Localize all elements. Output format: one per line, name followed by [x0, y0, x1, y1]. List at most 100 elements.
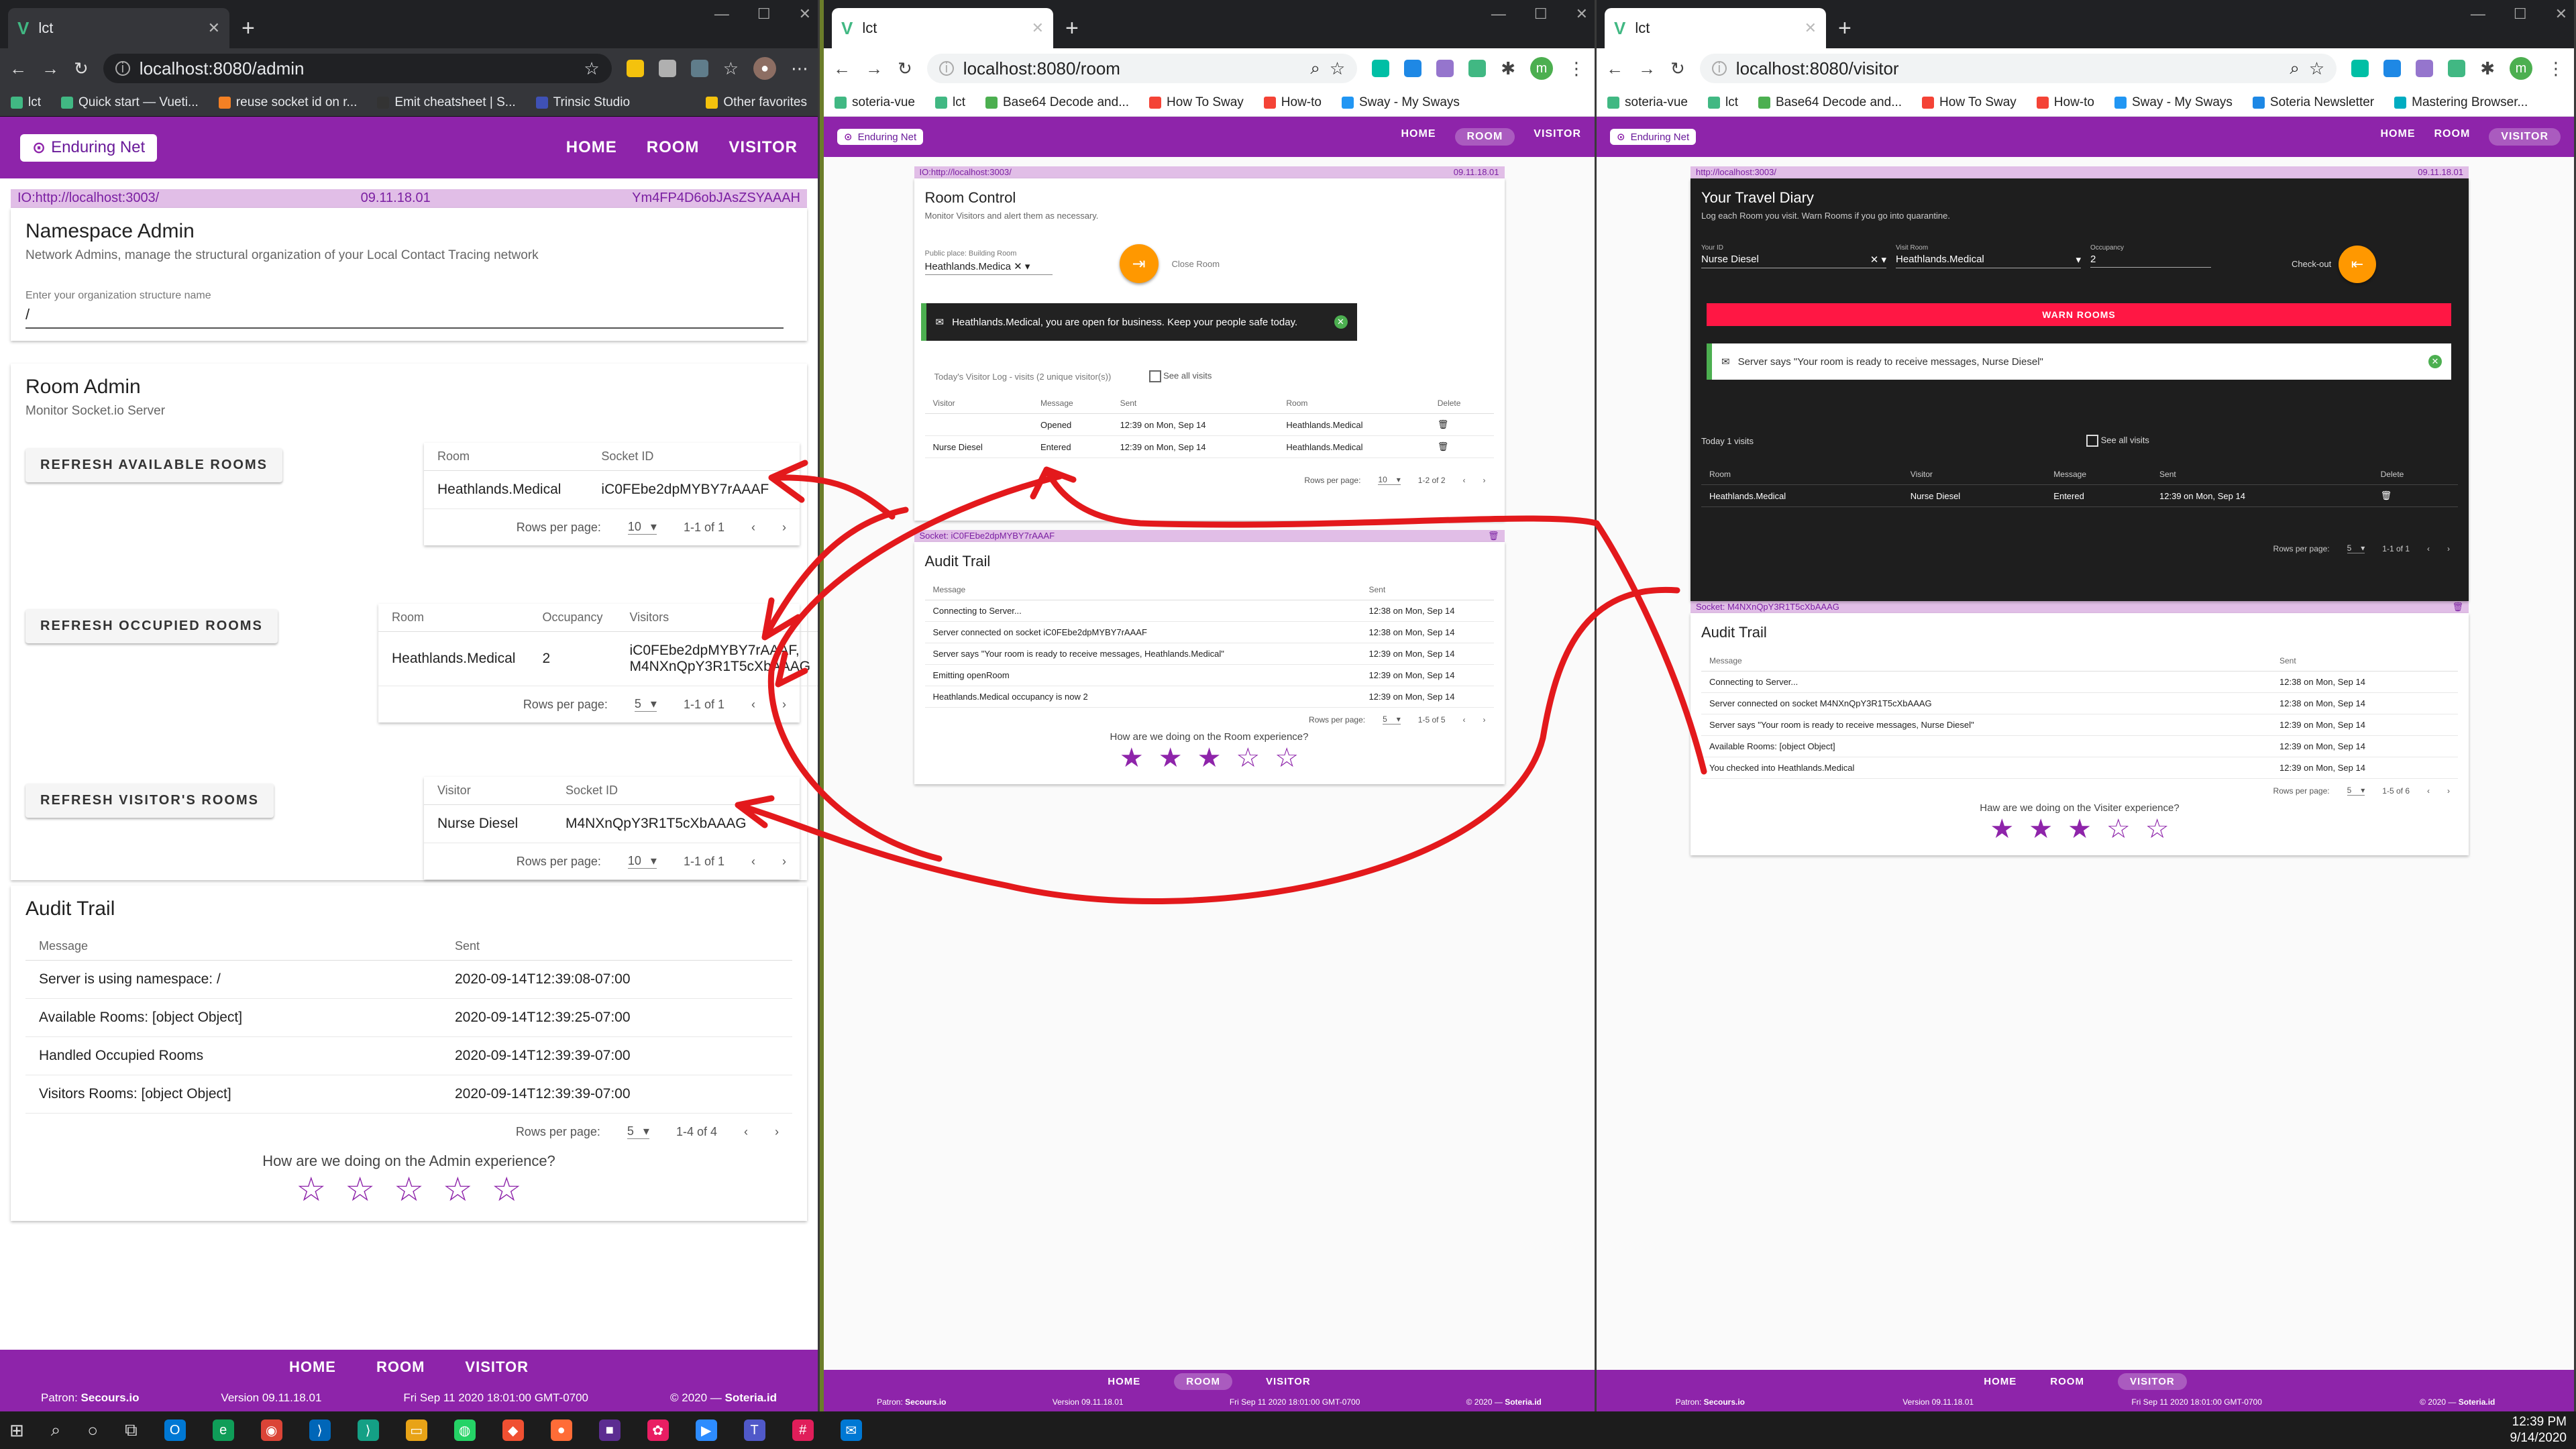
search-icon[interactable]: ⌕ — [51, 1419, 61, 1441]
column-header[interactable]: Message — [2045, 464, 2152, 485]
star-filled-icon[interactable]: ★ — [2029, 814, 2053, 845]
footer-room[interactable]: ROOM — [376, 1358, 425, 1376]
browser-tab[interactable]: V lct ✕ — [8, 8, 229, 48]
reload-icon[interactable]: ↻ — [74, 58, 89, 79]
bookmark[interactable]: Trinsic Studio — [535, 95, 630, 110]
column-header[interactable]: Sent — [2151, 464, 2373, 485]
star-icon[interactable]: ☆ — [296, 1170, 326, 1209]
task-view-icon[interactable]: ⧉ — [125, 1419, 138, 1441]
nav-room[interactable]: ROOM — [1454, 128, 1515, 146]
star-filled-icon[interactable]: ★ — [1159, 743, 1183, 773]
footer-visitor[interactable]: VISITOR — [465, 1358, 529, 1376]
column-header[interactable]: Room — [1701, 464, 1902, 485]
warn-rooms-button[interactable]: WARN ROOMS — [1707, 303, 2451, 326]
new-tab-button[interactable]: + — [241, 15, 255, 42]
bookmark[interactable]: soteria-vue — [1607, 95, 1688, 110]
extension-icon[interactable] — [1436, 60, 1454, 77]
bookmark[interactable]: lct — [935, 95, 965, 110]
id-input[interactable]: Nurse Diesel ✕ ▾ — [1701, 254, 1886, 268]
new-tab-button[interactable]: + — [1065, 15, 1079, 42]
puzzle-icon[interactable]: ✱ — [2480, 58, 2495, 79]
column-header[interactable]: Visitor — [924, 393, 1033, 414]
star-icon[interactable]: ☆ — [443, 1170, 473, 1209]
bookmark[interactable]: Sway - My Sways — [1341, 95, 1460, 110]
star-icon[interactable]: ☆ — [492, 1170, 522, 1209]
footer-visitor[interactable]: VISITOR — [2117, 1373, 2187, 1390]
profile-avatar[interactable]: m — [1530, 57, 1553, 80]
column-header[interactable]: Socket ID — [588, 443, 800, 471]
star-icon[interactable]: ☆ — [2309, 58, 2324, 79]
forward-icon[interactable]: → — [1638, 58, 1656, 79]
profile-avatar[interactable]: m — [2510, 57, 2532, 80]
vue-devtools-icon[interactable] — [2448, 60, 2466, 77]
prev-page-icon[interactable]: ‹ — [751, 521, 755, 535]
prev-page-icon[interactable]: ‹ — [1463, 715, 1466, 724]
rows-per-page-select[interactable]: 5 ▾ — [1383, 714, 1401, 724]
column-header[interactable]: Room — [378, 604, 529, 632]
star-rating[interactable]: ★ ★ ★ ☆ ☆ — [925, 743, 1494, 773]
forward-icon[interactable]: → — [865, 58, 883, 79]
star-filled-icon[interactable]: ★ — [1120, 743, 1144, 773]
next-page-icon[interactable]: › — [782, 855, 786, 869]
star-icon[interactable]: ☆ — [2106, 814, 2131, 845]
column-header[interactable]: Room — [424, 443, 588, 471]
column-header[interactable]: Visitor — [1902, 464, 2046, 485]
see-all-checkbox[interactable]: See all visits — [2086, 435, 2149, 447]
prev-page-icon[interactable]: ‹ — [744, 1125, 748, 1139]
delete-icon[interactable]: 🗑 — [1429, 413, 1494, 436]
search-icon[interactable]: ⌕ — [1310, 58, 1320, 79]
column-header[interactable]: Message — [924, 580, 1361, 600]
namespace-input[interactable]: / — [25, 302, 784, 329]
edge-icon[interactable]: e — [212, 1419, 234, 1441]
forward-icon[interactable]: → — [42, 58, 59, 79]
menu-icon[interactable]: ⋯ — [791, 58, 808, 79]
bookmark[interactable]: How-to — [1263, 95, 1322, 110]
close-tab-icon[interactable]: ✕ — [208, 19, 220, 37]
menu-icon[interactable]: ⋮ — [2547, 58, 2565, 79]
mail-icon[interactable]: ✉ — [840, 1419, 862, 1441]
column-header[interactable]: Visitors — [616, 604, 818, 632]
outlook-icon[interactable]: O — [164, 1419, 186, 1441]
column-header[interactable]: Sent — [441, 932, 792, 961]
column-header[interactable]: Message — [1032, 393, 1112, 414]
close-room-fab[interactable]: ⇥ — [1119, 244, 1159, 283]
new-tab-button[interactable]: + — [1838, 15, 1851, 42]
info-icon[interactable]: i — [1711, 61, 1727, 76]
star-icon[interactable]: ☆ — [1330, 58, 1345, 79]
maximize-icon[interactable]: ☐ — [1534, 5, 1548, 23]
star-rating[interactable]: ☆ ☆ ☆ ☆ ☆ — [25, 1170, 792, 1209]
refresh-visitors-rooms-button[interactable]: REFRESH VISITOR'S ROOMS — [25, 784, 274, 818]
bookmark[interactable]: lct — [11, 95, 41, 110]
vscode-icon[interactable]: ⟩ — [309, 1419, 331, 1441]
column-header[interactable]: Delete — [1429, 393, 1494, 414]
next-page-icon[interactable]: › — [2447, 544, 2450, 553]
star-icon[interactable]: ☆ — [345, 1170, 375, 1209]
minimize-icon[interactable]: — — [2471, 5, 2485, 23]
bookmark[interactable]: How To Sway — [1922, 95, 2017, 110]
back-icon[interactable]: ← — [9, 58, 27, 79]
system-clock[interactable]: 12:39 PM 9/14/2020 — [2510, 1414, 2567, 1446]
footer-home[interactable]: HOME — [1108, 1376, 1140, 1387]
back-icon[interactable]: ← — [833, 58, 851, 79]
checkout-fab[interactable]: ⇤ — [2339, 246, 2376, 283]
footer-visitor[interactable]: VISITOR — [1266, 1376, 1311, 1387]
app-logo[interactable]: ⊙ Enduring Net — [1610, 129, 1697, 145]
app-icon[interactable]: ■ — [598, 1419, 621, 1441]
star-icon[interactable]: ☆ — [1275, 743, 1299, 773]
dismiss-icon[interactable]: ✕ — [1334, 315, 1348, 329]
address-bar[interactable]: i localhost:8080/room ⌕ ☆ — [926, 54, 1358, 83]
column-header[interactable]: Sent — [1112, 393, 1279, 414]
refresh-occupied-rooms-button[interactable]: REFRESH OCCUPIED ROOMS — [25, 609, 278, 643]
reload-icon[interactable]: ↻ — [1670, 58, 1685, 79]
address-bar[interactable]: i localhost:8080/visitor ⌕ ☆ — [1699, 54, 2337, 83]
vue-devtools-icon[interactable] — [1468, 60, 1487, 77]
column-header[interactable]: Sent — [1360, 580, 1494, 600]
maximize-icon[interactable]: ☐ — [757, 5, 771, 23]
next-page-icon[interactable]: › — [775, 1125, 779, 1139]
room-select[interactable]: Heathlands.Medica ✕ ▾ — [924, 260, 1053, 275]
next-page-icon[interactable]: › — [2447, 786, 2450, 796]
menu-icon[interactable]: ⋮ — [1568, 58, 1585, 79]
download-icon[interactable] — [1404, 60, 1422, 77]
delete-icon[interactable]: 🗑 — [1429, 435, 1494, 458]
browser-tab[interactable]: V lct ✕ — [832, 8, 1053, 48]
